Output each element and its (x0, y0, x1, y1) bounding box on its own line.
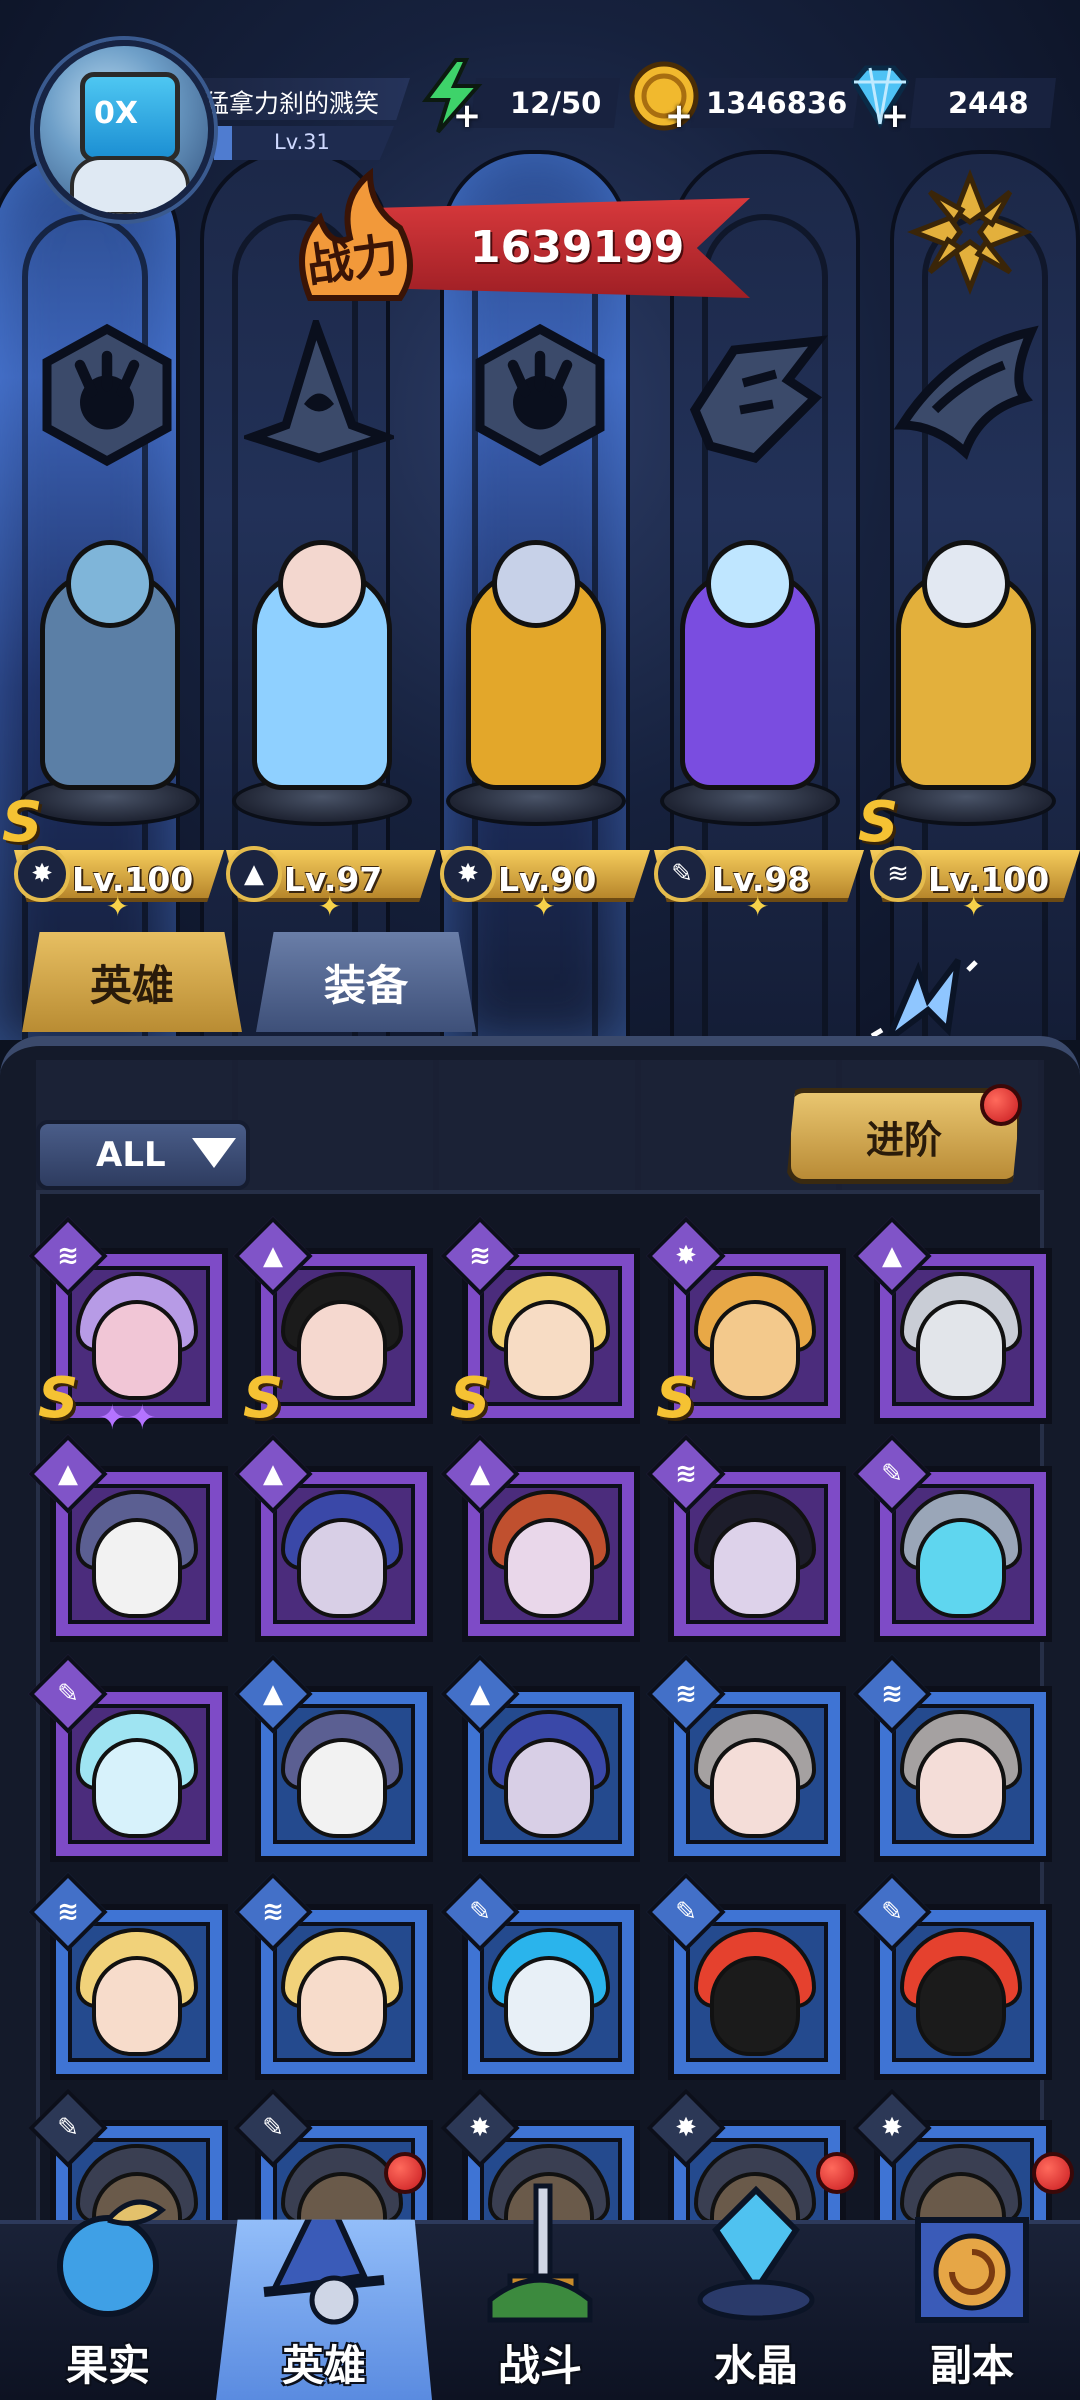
rank-s-badge: S (2, 790, 43, 855)
wing-emblem (890, 320, 1040, 470)
star-icon: ✦ (746, 890, 770, 923)
rank-s-badge: S (450, 1366, 491, 1431)
player-level: Lv.31 (274, 130, 330, 154)
hero-face (92, 1738, 182, 1838)
nav-item-fruit[interactable]: 果实 (0, 2180, 216, 2400)
wing-icon: ≋ (870, 846, 926, 902)
hero-face (297, 1518, 387, 1618)
advance-badge (980, 1084, 1022, 1126)
nav-item-crystal[interactable]: 水晶 (648, 2180, 864, 2400)
filter-label: ALL (96, 1135, 166, 1175)
hero-face (916, 1956, 1006, 2056)
tab-heroes[interactable]: 英雄 (22, 932, 242, 1032)
hero-head (706, 540, 794, 628)
rank-s-badge: S (858, 790, 899, 855)
player-name: 猛拿力刹的溅笑 (204, 89, 380, 118)
hero-face (504, 1738, 594, 1838)
star-icon: ✦ (962, 890, 986, 923)
wizard-hat-emblem (244, 320, 394, 470)
gem-value: 2448 (948, 86, 1029, 120)
notification-badge (384, 2152, 426, 2194)
star-icon: ✦ (318, 890, 342, 923)
hero-level: Lv.100 (72, 860, 194, 899)
avatar-text: 0X (94, 96, 139, 131)
notification-badge (816, 2152, 858, 2194)
hero-face (92, 1300, 182, 1400)
hero-face (710, 1738, 800, 1838)
hero-face (710, 1956, 800, 2056)
nav-label: 水晶 (713, 2341, 798, 2390)
beast-claw-emblem (32, 320, 182, 470)
crystal-icon (697, 2185, 815, 2321)
star-icon: ✦ (128, 1398, 157, 1438)
hero-face (916, 1300, 1006, 1400)
hero-face (504, 1300, 594, 1400)
gold-value: 1346836 (706, 86, 848, 120)
rank-s-badge: S (243, 1366, 284, 1431)
energy-add-button[interactable]: + (452, 99, 482, 133)
claw-icon: ✸ (14, 846, 70, 902)
hero-head (278, 540, 366, 628)
nav-label: 战斗 (497, 2341, 582, 2390)
star-icon: ✦ (106, 890, 130, 923)
hero-face (297, 1300, 387, 1400)
hat-icon: ▲ (226, 846, 282, 902)
hero-face (916, 1738, 1006, 1838)
hero-face (297, 1956, 387, 2056)
hero-level: Lv.100 (928, 860, 1050, 899)
hero-face (916, 1518, 1006, 1618)
notification-badge (1032, 2152, 1074, 2194)
rank-s-badge: S (656, 1366, 697, 1431)
power-label: 战力 (303, 226, 402, 294)
player-avatar[interactable]: 0X (34, 40, 224, 230)
tab-equipment[interactable]: 装备 (256, 932, 476, 1032)
energy-value: 12/50 (510, 86, 602, 120)
dragon-head-emblem (680, 320, 830, 470)
fruit-icon (57, 2199, 167, 2317)
hero-face (297, 1738, 387, 1838)
battle-sword-icon (487, 2183, 593, 2323)
hero-head (922, 540, 1010, 628)
hero-face (710, 1518, 800, 1618)
wrench-icon: ✎ (654, 846, 710, 902)
hero-face (710, 1300, 800, 1400)
hero-head (492, 540, 580, 628)
nav-label: 英雄 (281, 2341, 366, 2390)
filter-dropdown[interactable]: ALL (36, 1120, 250, 1190)
star-icon: ✦ (532, 890, 556, 923)
nav-item-battle-sword[interactable]: 战斗 (432, 2180, 648, 2400)
hero-face (504, 1956, 594, 2056)
chevron-down-icon (192, 1138, 236, 1168)
hero-face (92, 1518, 182, 1618)
hero-face (92, 1956, 182, 2056)
hero-head (66, 540, 154, 628)
nav-item-portal[interactable]: 副本 (864, 2180, 1080, 2400)
nav-label: 副本 (929, 2341, 1014, 2390)
hero-face (504, 1518, 594, 1618)
claw-icon: ✸ (440, 846, 496, 902)
nav-label: 果实 (65, 2341, 150, 2390)
settings-gear-icon[interactable] (906, 168, 1034, 296)
power-value: 1639199 (470, 222, 685, 273)
star-icon: ✦ (98, 1398, 127, 1438)
gold-add-button[interactable]: + (664, 99, 694, 133)
gem-add-button[interactable]: + (880, 99, 910, 133)
portal-icon (915, 2217, 1029, 2323)
rank-s-badge: S (38, 1366, 79, 1431)
beast-claw-emblem (465, 320, 615, 470)
